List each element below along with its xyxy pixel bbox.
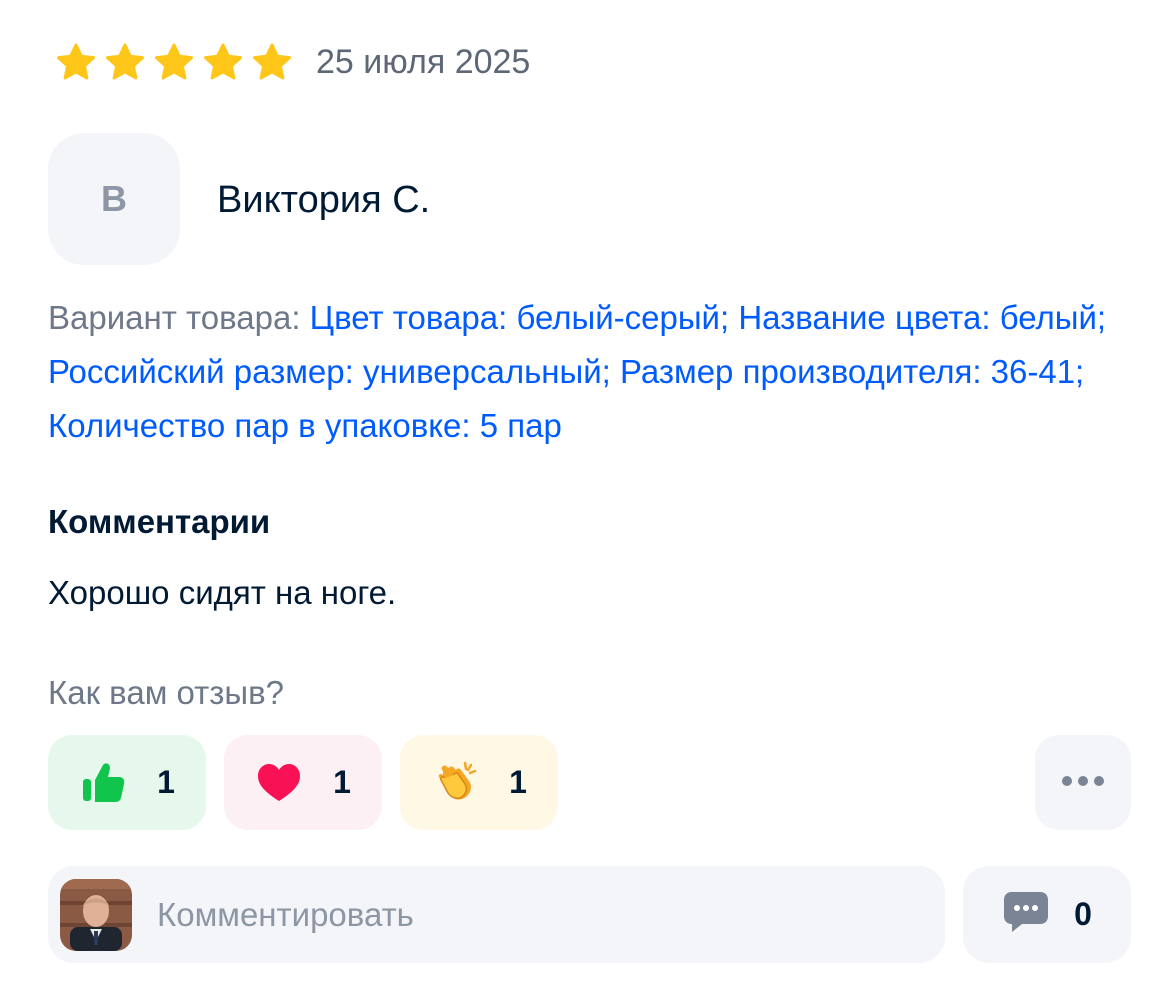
comments-heading: Комментарии — [48, 503, 271, 540]
review-comment-text: Хорошо сидят на ноге. — [48, 574, 397, 611]
more-options-button[interactable] — [1035, 735, 1131, 830]
product-variant: Вариант товара: Цвет товара: белый-серый… — [48, 291, 1128, 453]
star-icon — [248, 40, 296, 84]
star-icon — [150, 40, 198, 84]
star-icon — [199, 40, 247, 84]
rating-row: 25 июля 2025 — [52, 40, 530, 84]
like-count: 1 — [157, 764, 175, 800]
reaction-like-button[interactable]: 1 — [48, 735, 206, 830]
comment-input[interactable] — [157, 884, 897, 945]
thumbs-up-icon — [79, 759, 127, 807]
user-avatar — [60, 878, 132, 951]
star-icon — [52, 40, 100, 84]
more-dots-icon — [1061, 774, 1105, 792]
reaction-heart-button[interactable]: 1 — [224, 735, 382, 830]
heart-icon — [255, 759, 303, 807]
review-date: 25 июля 2025 — [316, 43, 531, 81]
review-card: 25 июля 2025 В Виктория С. Вариант товар… — [0, 0, 1160, 999]
clapping-hands-icon — [431, 759, 479, 807]
star-icon — [101, 40, 149, 84]
chat-bubble-icon — [1002, 890, 1050, 939]
variant-label: Вариант товара: — [48, 299, 301, 336]
comments-count: 0 — [1074, 896, 1092, 932]
comments-count-button[interactable]: 0 — [963, 866, 1131, 963]
comment-box — [48, 866, 945, 963]
feedback-question: Как вам отзыв? — [48, 674, 285, 711]
star-rating — [52, 40, 296, 84]
author-name: Виктория С. — [217, 179, 431, 221]
author-avatar: В — [48, 133, 180, 265]
clap-count: 1 — [509, 764, 527, 800]
heart-count: 1 — [333, 764, 351, 800]
reaction-clap-button[interactable]: 1 — [400, 735, 558, 830]
